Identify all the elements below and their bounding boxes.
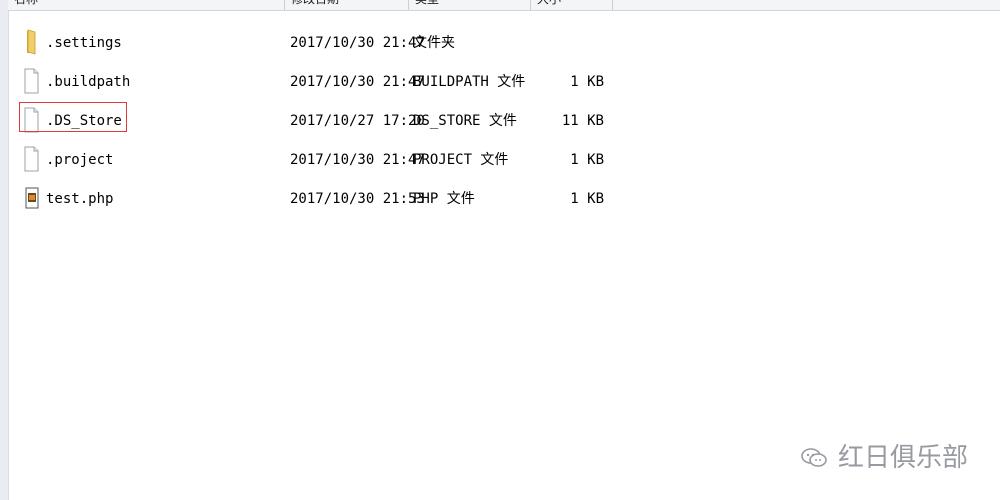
file-type: PHP 文件 [413, 191, 475, 207]
explorer-window: 名称 修改日期 类型 大小 .settings 2017/10/30 21:47… [0, 0, 1000, 500]
column-header: 名称 修改日期 类型 大小 [8, 0, 1000, 11]
file-size: 1 KB [570, 191, 604, 207]
wechat-icon [800, 446, 828, 470]
file-row-test-php[interactable]: test.php 2017/10/30 21:53 PHP 文件 1 KB [22, 184, 642, 214]
file-type: 文件夹 [413, 35, 455, 51]
file-name: .DS_Store [46, 113, 122, 129]
file-icon [22, 68, 40, 94]
file-date: 2017/10/30 21:53 [290, 191, 425, 207]
file-type: DS_STORE 文件 [413, 113, 517, 129]
file-size: 11 KB [561, 113, 604, 129]
file-size: 1 KB [570, 152, 604, 168]
file-name: .buildpath [46, 74, 131, 90]
column-header-date-modified[interactable]: 修改日期 [285, 0, 409, 10]
file-row-ds-store[interactable]: .DS_Store 2017/10/27 17:20 DS_STORE 文件 1… [22, 106, 642, 136]
php-file-icon [22, 185, 40, 211]
file-date: 2017/10/30 21:47 [290, 74, 425, 90]
column-header-type[interactable]: 类型 [409, 0, 531, 10]
column-header-size[interactable]: 大小 [531, 0, 613, 10]
window-left-edge [0, 0, 9, 500]
file-date: 2017/10/30 21:47 [290, 152, 425, 168]
watermark: 红日俱乐部 [800, 444, 968, 472]
watermark-text: 红日俱乐部 [837, 443, 968, 473]
file-date: 2017/10/27 17:20 [290, 113, 425, 129]
file-row-buildpath[interactable]: .buildpath 2017/10/30 21:47 BUILDPATH 文件… [22, 67, 642, 97]
file-icon [22, 146, 40, 172]
file-name: test.php [46, 191, 114, 207]
file-name: .settings [46, 35, 122, 51]
file-name: .project [46, 152, 114, 168]
file-row-project[interactable]: .project 2017/10/30 21:47 PROJECT 文件 1 K… [22, 145, 642, 175]
file-icon [22, 107, 40, 133]
file-date: 2017/10/30 21:47 [290, 35, 425, 51]
folder-icon [22, 29, 40, 55]
file-size: 1 KB [570, 74, 604, 90]
column-header-name[interactable]: 名称 [8, 0, 285, 10]
file-type: PROJECT 文件 [413, 152, 509, 168]
file-type: BUILDPATH 文件 [413, 74, 526, 90]
file-row-settings[interactable]: .settings 2017/10/30 21:47 文件夹 [22, 28, 642, 58]
